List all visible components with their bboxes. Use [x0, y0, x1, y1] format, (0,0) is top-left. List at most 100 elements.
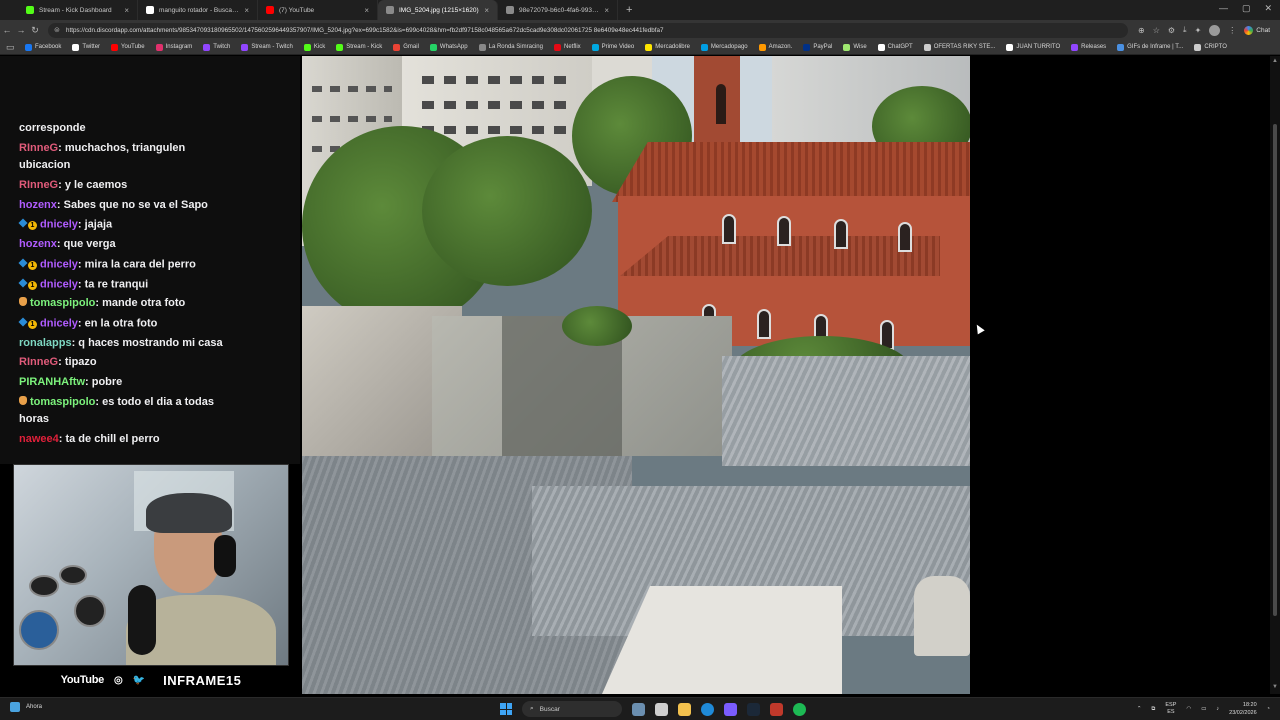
chat-username[interactable]: tomaspipolo	[30, 396, 95, 408]
browser-tab[interactable]: 98e72079-b6c0-4fa6-9930-1a5ce... ×	[498, 0, 618, 20]
new-tab-icon[interactable]: +	[626, 4, 632, 16]
forward-icon[interactable]: →	[14, 25, 28, 35]
task-view-icon[interactable]	[655, 702, 668, 716]
start-icon[interactable]	[500, 703, 512, 715]
taskbar-search[interactable]: ⌕ Buscar	[522, 701, 622, 717]
back-icon[interactable]: ←	[0, 25, 14, 35]
bookmark-item[interactable]: Wise	[843, 43, 867, 51]
edge-icon[interactable]	[701, 702, 714, 716]
tab-close-icon[interactable]: ×	[244, 6, 249, 15]
bookmark-item[interactable]: Kick	[303, 43, 325, 51]
bookmark-item[interactable]: Prime Video	[591, 43, 634, 51]
browser-tab[interactable]: manguito rotador - Buscar con Google ×	[138, 0, 258, 20]
reload-icon[interactable]: ↻	[28, 25, 42, 36]
menu-icon[interactable]: ⋮	[1228, 26, 1236, 35]
bookmark-item[interactable]: Mercadopago	[700, 43, 748, 51]
scroll-up-icon[interactable]: ▲	[1272, 58, 1278, 64]
bookmark-item[interactable]: Twitter	[72, 43, 100, 51]
downloads-icon[interactable]: ⤓	[1183, 25, 1187, 35]
chat-username[interactable]: RInneG	[19, 179, 58, 191]
widgets-icon[interactable]	[632, 702, 645, 716]
wifi-icon[interactable]: ◠	[1186, 706, 1191, 712]
bookmark-item[interactable]: YouTube	[111, 43, 145, 51]
chat-username[interactable]: dnicely	[40, 278, 78, 290]
page-scrollbar[interactable]: ▲ ▼	[1270, 56, 1280, 694]
bookmark-item[interactable]: ChatGPT	[877, 43, 913, 51]
bookmark-item[interactable]: OFERTAS RIKY STE...	[923, 43, 995, 51]
chat-username[interactable]: RInneG	[19, 142, 58, 154]
hand-badge-icon[interactable]	[19, 396, 27, 405]
maximize-icon[interactable]: ▢	[1242, 3, 1251, 14]
bookmark-favicon-icon	[336, 43, 344, 51]
browser-tab[interactable]: IMG_5204.jpg (1215×1620) ×	[378, 0, 498, 20]
apps-icon[interactable]: ▭	[6, 42, 15, 53]
chat-username[interactable]: dnicely	[40, 258, 78, 270]
bookmark-item[interactable]: Releases	[1071, 43, 1106, 51]
bookmark-item[interactable]: Netflix	[553, 43, 581, 51]
steam-icon[interactable]	[747, 702, 760, 716]
spotify-icon[interactable]	[793, 702, 806, 716]
chat-username[interactable]: RInneG	[19, 356, 58, 368]
minimize-icon[interactable]: —	[1219, 3, 1228, 14]
chat-username[interactable]: hozenx	[19, 238, 57, 250]
subscriber-badge-icon[interactable]: 1	[18, 276, 37, 293]
weather-widget[interactable]: Ahora	[10, 702, 42, 712]
chat-username[interactable]: ronalapps	[19, 337, 72, 349]
bookmark-item[interactable]: La Ronda Simracing	[478, 43, 543, 51]
scroll-down-icon[interactable]: ▼	[1272, 684, 1278, 690]
notifications-icon[interactable]: ◔	[1267, 706, 1270, 712]
puzzle-icon[interactable]: ✦	[1195, 26, 1202, 35]
rooftop-photo[interactable]	[302, 56, 970, 694]
chat-username[interactable]: tomaspipolo	[30, 297, 95, 309]
bookmark-item[interactable]: Instagram	[155, 43, 192, 51]
bookmark-item[interactable]: PayPal	[803, 43, 832, 51]
monitor-icon[interactable]: ▭	[1201, 706, 1206, 712]
language-indicator[interactable]: ESP ES	[1165, 702, 1176, 716]
bookmark-item[interactable]: Facebook	[25, 43, 61, 51]
chat-button[interactable]: Chat	[1244, 25, 1271, 35]
tray-chevron-icon[interactable]: ⌃	[1137, 706, 1142, 712]
chat-username[interactable]: nawee4	[19, 433, 59, 445]
bookmark-item[interactable]: CRIPTO	[1194, 43, 1227, 51]
chat-username[interactable]: dnicely	[40, 317, 78, 329]
subscriber-badge-icon[interactable]: 1	[18, 256, 37, 273]
tray-app-icon[interactable]: ⧉	[1151, 706, 1155, 713]
bookmark-item[interactable]: Mercadolibre	[645, 43, 690, 51]
chat-username[interactable]: dnicely	[40, 218, 78, 230]
discord-icon[interactable]	[724, 702, 737, 716]
scroll-thumb[interactable]	[1273, 124, 1277, 616]
chat-username[interactable]: hozenx	[19, 199, 57, 211]
bookmark-item[interactable]: JUAN TURRITO	[1006, 43, 1060, 51]
bookmark-star-icon[interactable]: ☆	[1153, 26, 1160, 35]
subscriber-badge-icon[interactable]: 1	[18, 216, 37, 233]
tab-close-icon[interactable]: ×	[604, 6, 609, 15]
chat-username[interactable]: PIRANHAftw	[19, 376, 85, 388]
bookmark-item[interactable]: Stream - Kick	[336, 43, 382, 51]
subscriber-badge-icon[interactable]: 1	[18, 315, 37, 332]
bookmark-item[interactable]: Stream - Twitch	[241, 43, 293, 51]
window-controls: — ▢ ✕	[1219, 3, 1272, 14]
browser-tab[interactable]: (7) YouTube ×	[258, 0, 378, 20]
chat-label: Chat	[1256, 26, 1271, 34]
hand-badge-icon[interactable]	[19, 297, 27, 306]
bookmark-item[interactable]: GIFs de Inframe | T...	[1117, 43, 1183, 51]
bookmark-item[interactable]: Twitch	[203, 43, 230, 51]
url-field[interactable]: ⊜ https://cdn.discordapp.com/attachments…	[48, 22, 1128, 38]
file-explorer-icon[interactable]	[678, 702, 691, 716]
volume-icon[interactable]: ♪	[1216, 706, 1219, 712]
tab-close-icon[interactable]: ×	[124, 6, 129, 15]
bookmark-item[interactable]: WhatsApp	[429, 43, 468, 51]
tab-close-icon[interactable]: ×	[364, 6, 369, 15]
close-icon[interactable]: ✕	[1264, 3, 1272, 14]
clock[interactable]: 18:20 23/02/2026	[1229, 701, 1257, 717]
extensions-icon[interactable]: ⚙	[1168, 26, 1175, 35]
tab-close-icon[interactable]: ×	[484, 6, 489, 15]
bookmark-item[interactable]: Gmail	[393, 43, 419, 51]
bookmark-item[interactable]: Amazon.	[758, 43, 792, 51]
profile-avatar[interactable]	[1209, 24, 1221, 36]
zoom-icon[interactable]: ⊕	[1138, 26, 1145, 35]
chat-text: : y le caemos	[58, 179, 128, 191]
browser-tab[interactable]: Stream - Kick Dashboard ×	[18, 0, 138, 20]
site-info-icon[interactable]: ⊜	[54, 26, 60, 34]
app-icon[interactable]	[770, 702, 783, 716]
